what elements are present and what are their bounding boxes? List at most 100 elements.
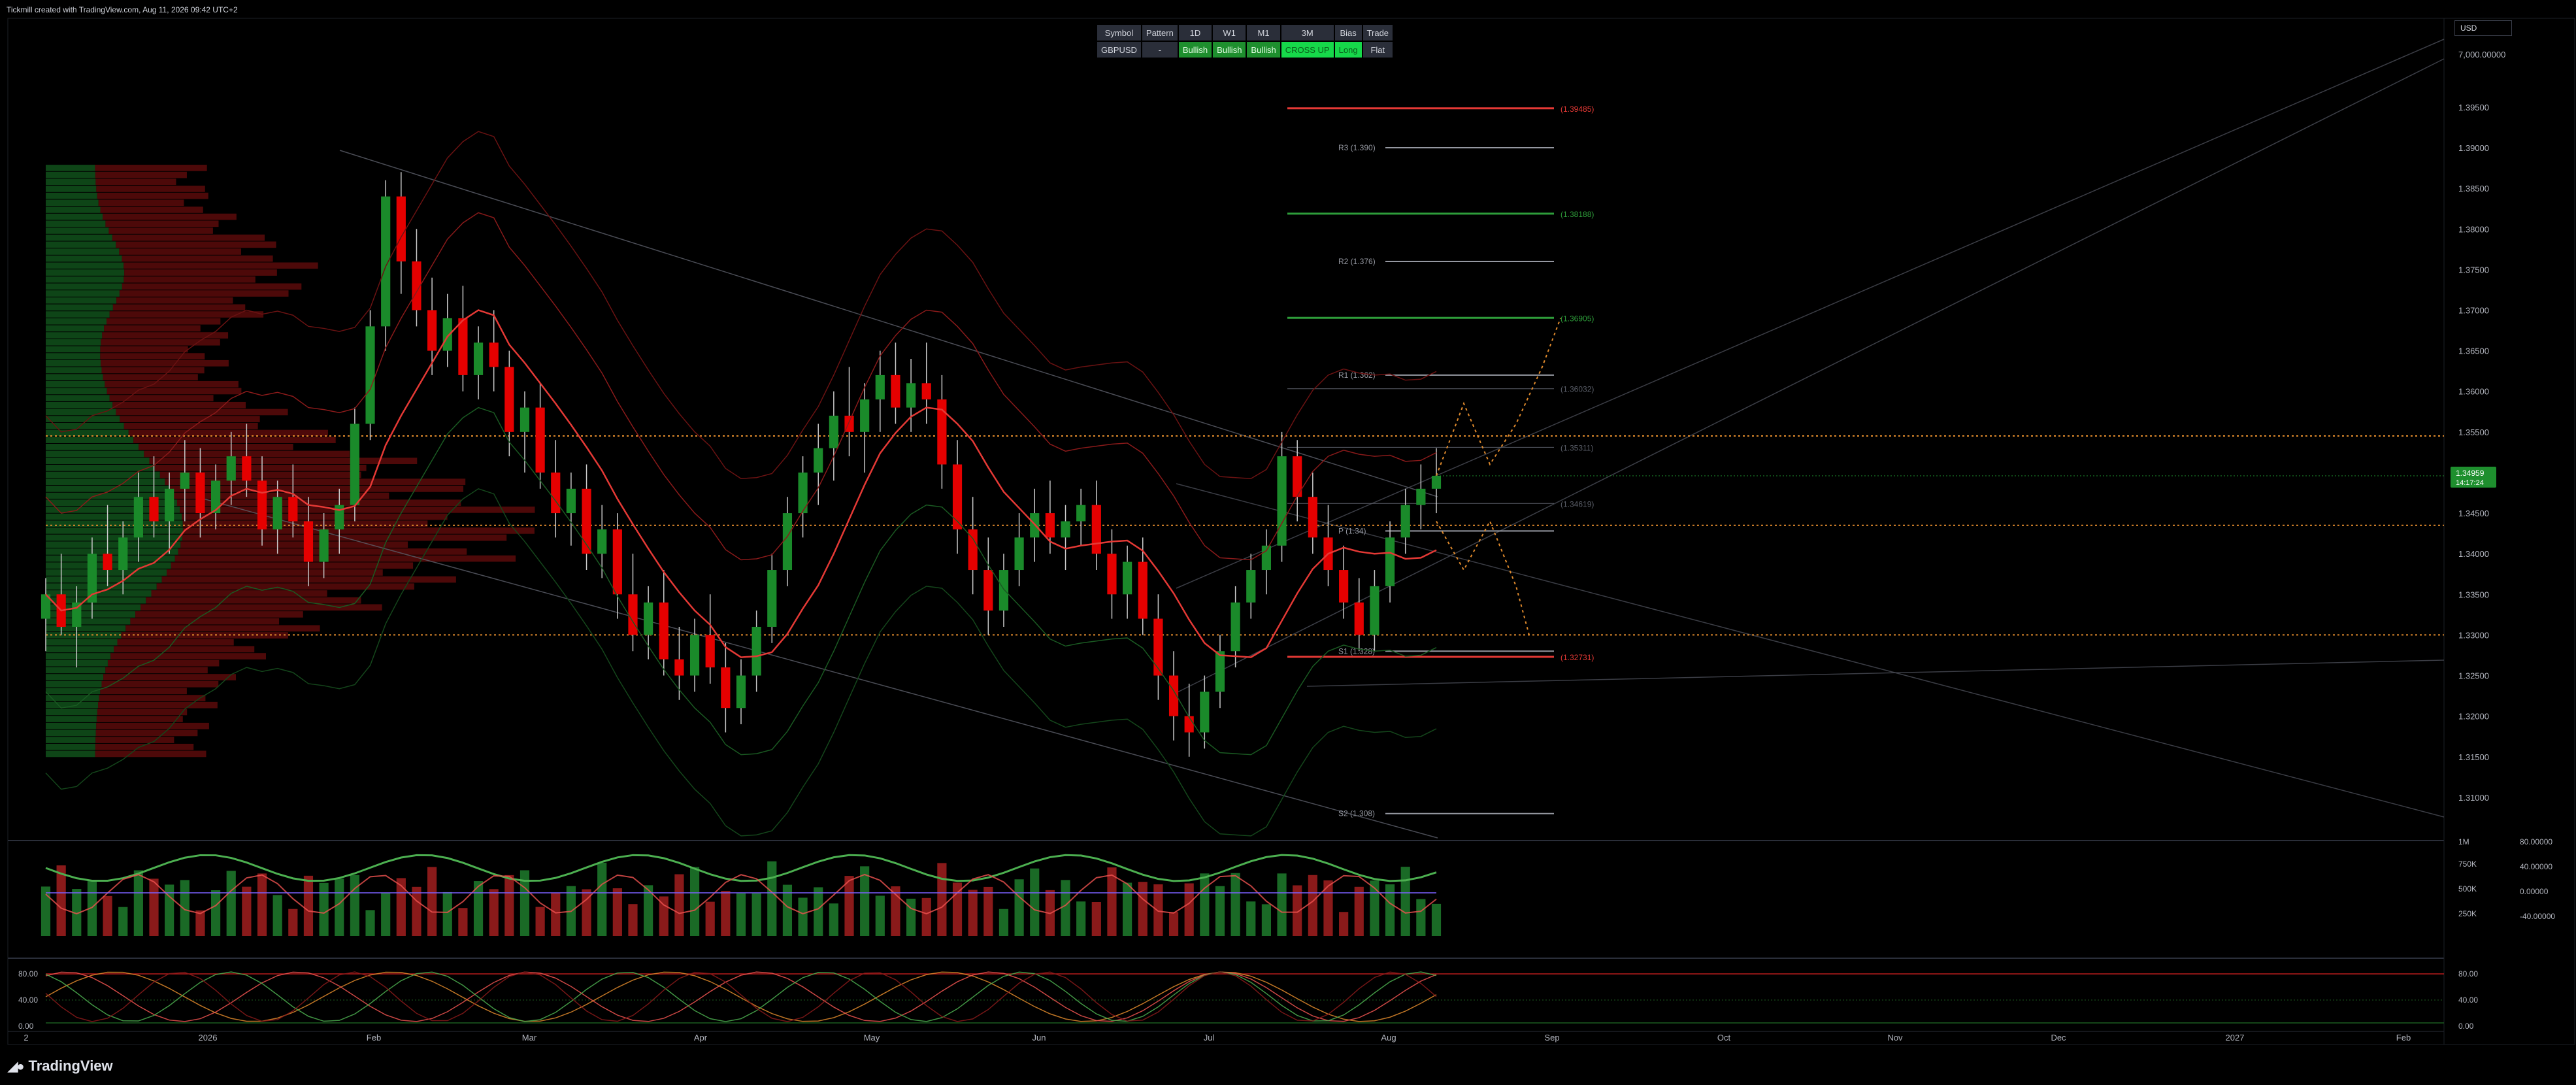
volume-profile-buy-bar bbox=[46, 262, 124, 269]
volume-profile-buy-bar bbox=[46, 569, 167, 576]
volume-profile-sell-bar bbox=[159, 471, 361, 478]
candle-body bbox=[1138, 561, 1148, 619]
volume-bar bbox=[41, 886, 51, 936]
candle-body bbox=[504, 367, 514, 432]
signal-value-w1: Bullish bbox=[1213, 42, 1246, 58]
volume-bar bbox=[504, 875, 514, 936]
time-axis-tick: Sep bbox=[1544, 1033, 1559, 1043]
trend-line bbox=[1176, 39, 2445, 589]
candle-body bbox=[1153, 618, 1163, 676]
oscillator-line bbox=[45, 971, 1437, 1022]
price-axis-tick: 1.38000 bbox=[2458, 224, 2489, 234]
volume-profile-sell-bar bbox=[96, 722, 209, 729]
volume-profile-sell-bar bbox=[103, 674, 237, 680]
volume-profile-buy-bar bbox=[46, 743, 95, 750]
chart-canvas[interactable]: 1.39500 1.39000 1.38500 1.38000 1.37500 1.370… bbox=[0, 0, 2576, 1085]
candle-body bbox=[1354, 602, 1364, 635]
price-axis-tick: 1.34500 bbox=[2458, 509, 2489, 518]
volume-profile-sell-bar bbox=[101, 680, 219, 688]
candle-body bbox=[458, 318, 468, 375]
candle-body bbox=[751, 626, 761, 676]
volume-profile-sell-bar bbox=[95, 737, 174, 743]
projection-path-down bbox=[1436, 520, 1530, 635]
volume-profile-buy-bar bbox=[46, 653, 111, 659]
volume-profile-buy-bar bbox=[46, 227, 109, 234]
signal-table-value-row: GBPUSD - Bullish Bullish Bullish CROSS U… bbox=[1097, 42, 1393, 58]
candle-body bbox=[1200, 692, 1210, 733]
volume-profile-sell-bar bbox=[174, 555, 516, 562]
volume-profile-sell-bar bbox=[100, 688, 187, 695]
price-axis-tick: 1.33500 bbox=[2458, 590, 2489, 599]
volume-bar bbox=[133, 870, 143, 936]
tradingview-logo[interactable]: ◢● TradingView bbox=[8, 1058, 113, 1075]
volume-profile-sell-bar bbox=[135, 611, 303, 618]
price-axis-tick: 1.33000 bbox=[2458, 630, 2489, 640]
candle-body bbox=[1061, 521, 1070, 538]
volume-profile-buy-bar bbox=[46, 276, 124, 283]
candle-body bbox=[520, 407, 530, 432]
candle-body bbox=[103, 554, 112, 571]
volume-osc-axis-tick: 0.00000 bbox=[2520, 887, 2549, 896]
candle-body bbox=[1215, 651, 1225, 692]
candle-body bbox=[1370, 586, 1379, 635]
pivot-level-label: R3 (1.390) bbox=[1338, 143, 1376, 152]
volume-bar bbox=[118, 907, 128, 936]
volume-bar bbox=[103, 895, 112, 936]
volume-bar bbox=[860, 866, 870, 936]
candle-body bbox=[597, 529, 607, 554]
price-level-label: (1.35311) bbox=[1560, 443, 1593, 452]
signal-value-bias: Long bbox=[1334, 42, 1362, 58]
volume-bar bbox=[1014, 879, 1024, 936]
volume-profile-buy-bar bbox=[46, 465, 155, 471]
volume-profile-sell-bar bbox=[98, 701, 218, 709]
volume-profile-sell-bar bbox=[119, 248, 241, 255]
time-axis-tick: Jun bbox=[1032, 1033, 1046, 1043]
volume-bar bbox=[674, 874, 684, 936]
volume-bar bbox=[442, 892, 452, 936]
volume-bar bbox=[689, 867, 700, 936]
volume-bar bbox=[350, 875, 359, 936]
candle-body bbox=[396, 196, 406, 261]
volume-bar bbox=[335, 878, 344, 936]
volume-profile-buy-bar bbox=[46, 722, 97, 729]
volume-bar bbox=[1107, 867, 1117, 936]
volume-profile-sell-bar bbox=[110, 653, 267, 659]
price-axis-tick: 1.34000 bbox=[2458, 549, 2489, 559]
volume-profile-buy-bar bbox=[46, 311, 110, 318]
volume-profile-sell-bar bbox=[156, 583, 414, 590]
candle-body bbox=[875, 375, 885, 400]
volume-osc-axis-tick: -40.00000 bbox=[2520, 912, 2555, 921]
volume-profile-buy-bar bbox=[46, 450, 144, 458]
volume-profile-sell-bar bbox=[182, 527, 535, 534]
signal-value-3m: CROSS UP bbox=[1281, 42, 1334, 58]
pivot-level-label: R2 (1.376) bbox=[1338, 257, 1376, 266]
pivot-level-label: S2 (1.308) bbox=[1338, 809, 1375, 818]
volume-bar bbox=[1091, 901, 1101, 936]
volume-bar bbox=[814, 887, 823, 936]
volume-profile-sell-bar bbox=[124, 269, 277, 276]
chart-header-title: Tickmill created with TradingView.com, A… bbox=[7, 5, 238, 14]
volume-profile-sell-bar bbox=[130, 618, 280, 625]
candle-body bbox=[566, 488, 576, 514]
volume-profile-sell-bar bbox=[100, 207, 203, 213]
volume-profile-buy-bar bbox=[46, 458, 150, 465]
candle-body bbox=[736, 675, 746, 709]
volume-profile-sell-bar bbox=[95, 729, 198, 737]
price-axis-tick: 1.31500 bbox=[2458, 752, 2489, 762]
candle-body bbox=[350, 424, 359, 505]
candle-body bbox=[1091, 505, 1101, 554]
currency-selector[interactable]: USD bbox=[2454, 20, 2512, 36]
candle-body bbox=[1123, 561, 1132, 595]
volume-bar bbox=[1431, 903, 1442, 936]
volume-profile-buy-bar bbox=[46, 332, 103, 339]
volume-bar bbox=[721, 891, 731, 936]
volume-bar bbox=[1168, 912, 1179, 936]
volume-bar bbox=[180, 880, 190, 936]
volume-profile-buy-bar bbox=[46, 269, 125, 276]
candle-body bbox=[689, 635, 700, 676]
volume-profile-sell-bar bbox=[95, 178, 176, 186]
volume-bar bbox=[1400, 867, 1410, 936]
price-level-label: (1.34619) bbox=[1560, 499, 1594, 509]
volume-profile-buy-bar bbox=[46, 171, 95, 178]
volume-profile-sell-bar bbox=[107, 659, 220, 667]
